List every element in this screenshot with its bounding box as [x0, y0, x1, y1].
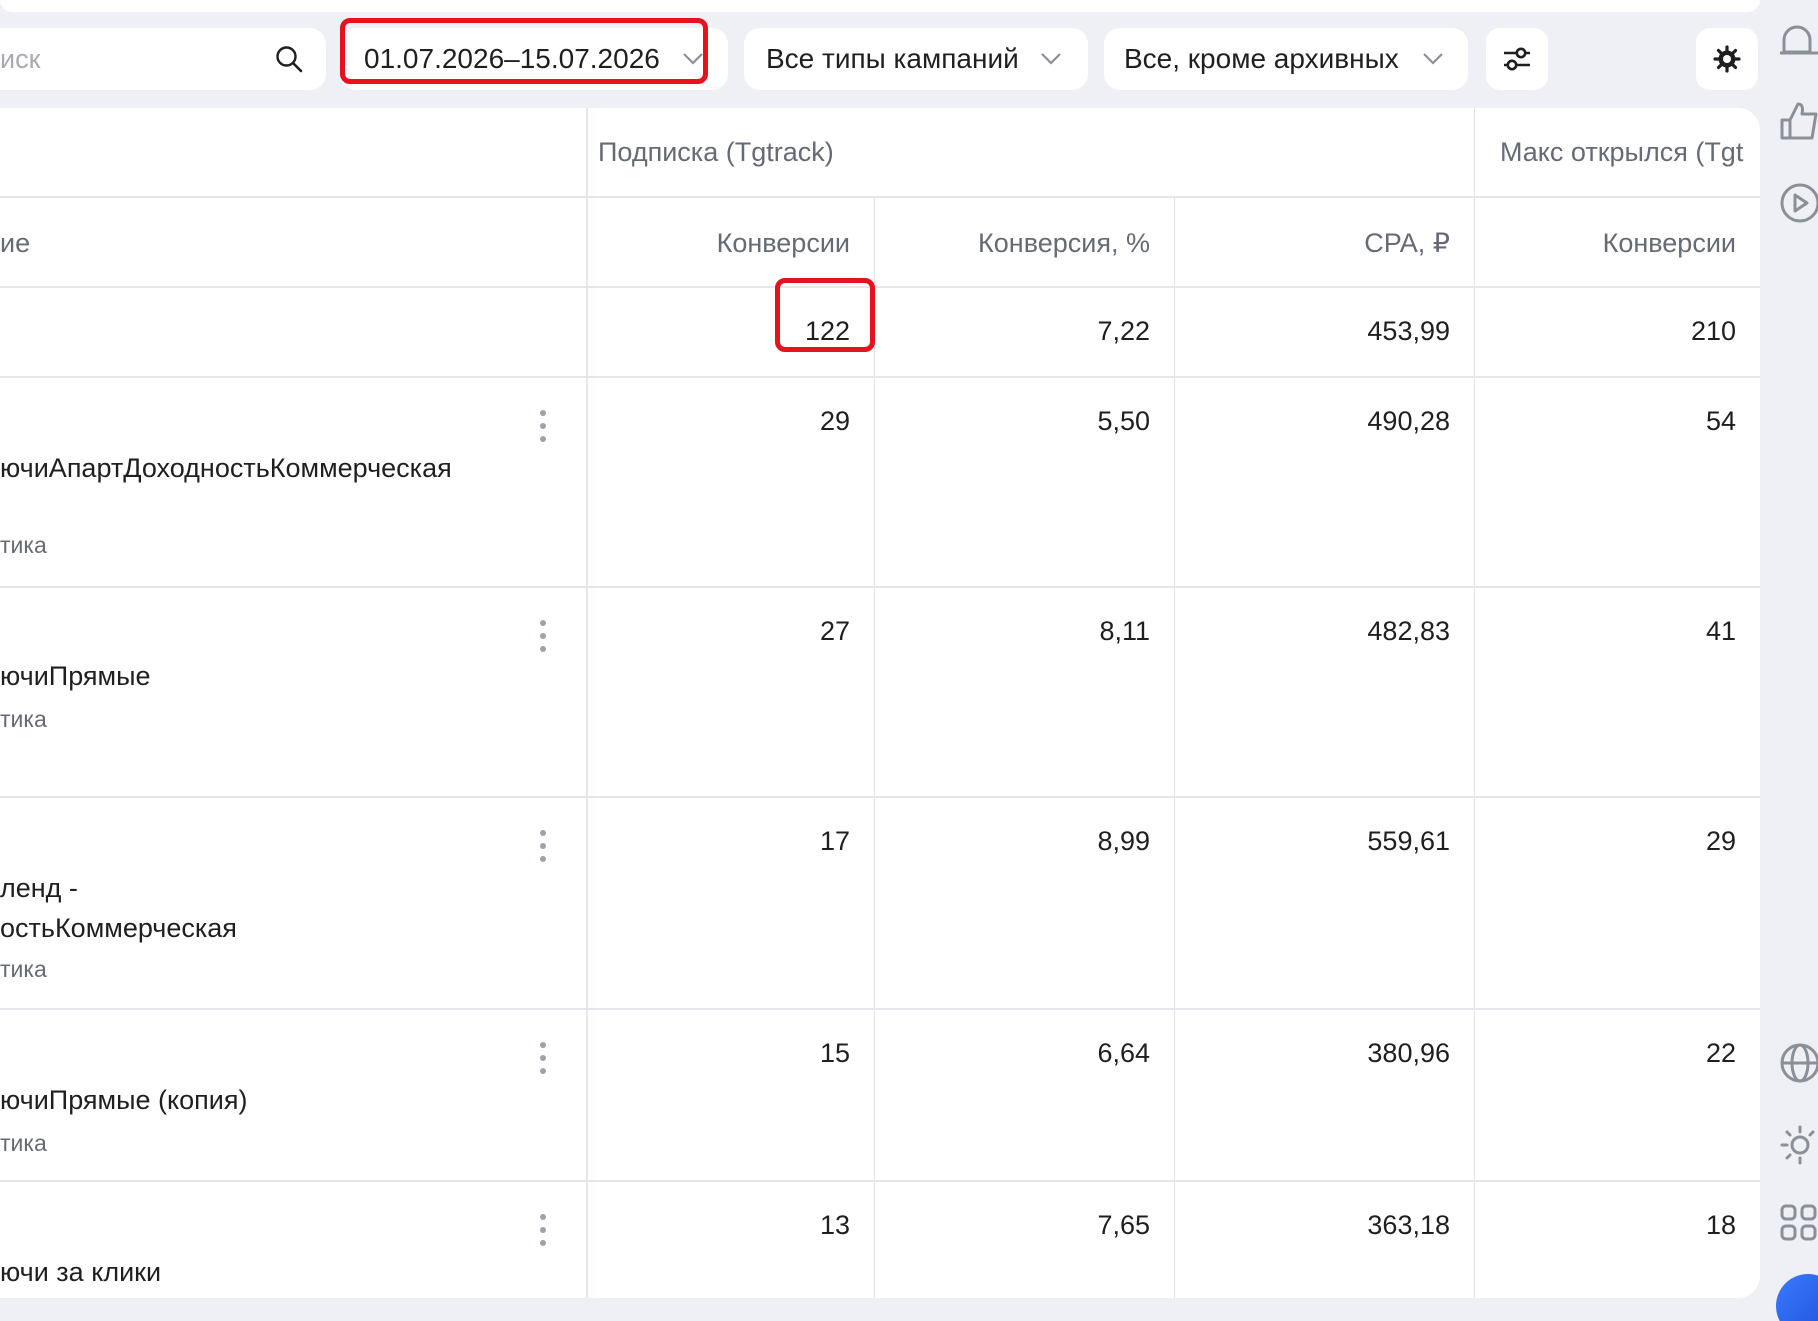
search-placeholder: иск [0, 43, 41, 74]
campaign-name[interactable]: ленд - [0, 868, 78, 908]
sun-icon[interactable] [1776, 1124, 1818, 1166]
conversions: 13 [819, 1210, 850, 1240]
status-value: Все, кроме архивных [1124, 43, 1399, 74]
conversions: 15 [819, 1038, 850, 1068]
filter-settings-button[interactable] [1486, 28, 1548, 90]
row-menu-icon[interactable] [536, 410, 550, 450]
conversions-2: 54 [1705, 406, 1736, 436]
conversion-rate: 8,99 [1097, 826, 1150, 856]
campaign-subtitle: тика [0, 532, 47, 558]
conversions-2: 29 [1705, 826, 1736, 856]
row-menu-icon[interactable] [536, 1042, 550, 1082]
campaign-name[interactable]: ючиПрямые (копия) [0, 1080, 247, 1120]
assistant-icon[interactable] [1776, 1274, 1818, 1321]
conversions-2: 22 [1705, 1038, 1736, 1068]
date-range-value: 01.07.2026–15.07.2026 [364, 43, 660, 74]
row-menu-icon[interactable] [536, 620, 550, 660]
cpa: 380,96 [1367, 1038, 1450, 1068]
campaign-types-select[interactable]: Все типы кампаний [744, 28, 1088, 90]
row-menu-icon[interactable] [536, 830, 550, 870]
frozen-column-divider [586, 108, 588, 1298]
search-icon[interactable] [274, 44, 304, 74]
conversions-2: 18 [1705, 1210, 1736, 1240]
sliders-icon [1504, 47, 1530, 71]
thumb-up-icon[interactable] [1776, 100, 1818, 142]
date-range-select[interactable]: 01.07.2026–15.07.2026 [340, 28, 728, 90]
globe-icon[interactable] [1776, 1042, 1818, 1084]
group-header-max-opened: Макс открылся (Tgt [1474, 108, 1760, 198]
play-circle-icon[interactable] [1776, 182, 1818, 224]
total-conversions-2: 210 [1690, 316, 1736, 346]
bell-icon[interactable] [1776, 22, 1818, 64]
name-group-header [0, 108, 586, 198]
conversion-rate: 8,11 [1099, 616, 1150, 646]
campaign-name[interactable]: ючиПрямые [0, 656, 151, 696]
conversion-rate: 7,65 [1097, 1210, 1150, 1240]
total-cpa: 453,99 [1367, 316, 1450, 346]
total-conversions: 122 [804, 316, 850, 346]
campaign-subtitle: тика [0, 1130, 47, 1156]
chevron-down-icon [683, 53, 703, 65]
statistics-table: Подписка (Tgtrack) Макс открылся (Tgt ие… [0, 108, 1760, 1298]
cpa: 482,83 [1367, 616, 1450, 646]
cpa: 490,28 [1367, 406, 1450, 436]
group-header-subscription: Подписка (Tgtrack) [588, 108, 1474, 198]
table-row[interactable]: ленд - остьКоммерческая тика 17 8,99 559… [0, 800, 1760, 1010]
gear-icon [1713, 45, 1741, 73]
campaign-subtitle: тика [0, 706, 47, 732]
conversions: 29 [819, 406, 850, 436]
chevron-down-icon [1041, 53, 1061, 65]
campaign-name-line-2[interactable]: остьКоммерческая [0, 908, 237, 948]
column-header-cpa[interactable]: CPA, ₽ [1174, 200, 1474, 288]
table-row[interactable]: ючиАпартДоходностьКоммерческая тика 29 5… [0, 380, 1760, 588]
chevron-down-icon [1423, 53, 1443, 65]
conversion-rate: 6,64 [1097, 1038, 1150, 1068]
row-menu-icon[interactable] [536, 1214, 550, 1254]
search-field[interactable]: иск [0, 28, 326, 90]
campaign-name[interactable]: ючиАпартДоходностьКоммерческая [0, 448, 452, 488]
column-header-conversions[interactable]: Конверсии [588, 200, 874, 288]
cpa: 559,61 [1367, 826, 1450, 856]
cpa: 363,18 [1367, 1210, 1450, 1240]
table-row[interactable]: ючи за клики 13 7,65 363,18 18 [0, 1184, 1760, 1298]
total-conversion-rate: 7,22 [1097, 316, 1150, 346]
apps-icon[interactable] [1776, 1202, 1818, 1244]
column-header-name[interactable]: ие [0, 200, 586, 288]
top-panel-edge [0, 0, 1760, 12]
column-header-conversion-rate[interactable]: Конверсия, % [874, 200, 1174, 288]
conversions-2: 41 [1705, 616, 1736, 646]
settings-button[interactable] [1696, 28, 1758, 90]
column-header-conversions-2[interactable]: Конверсии [1474, 200, 1760, 288]
campaign-types-value: Все типы кампаний [766, 43, 1019, 74]
table-row[interactable]: ючиПрямые тика 27 8,11 482,83 41 [0, 590, 1760, 798]
conversions: 27 [819, 616, 850, 646]
table-row[interactable]: ючиПрямые (копия) тика 15 6,64 380,96 22 [0, 1012, 1760, 1182]
conversion-rate: 5,50 [1097, 406, 1150, 436]
table-row-total: 122 7,22 453,99 210 [0, 290, 1760, 378]
status-select[interactable]: Все, кроме архивных [1104, 28, 1468, 90]
campaign-subtitle: тика [0, 956, 47, 982]
campaign-name[interactable]: ючи за клики [0, 1252, 161, 1292]
conversions: 17 [819, 826, 850, 856]
